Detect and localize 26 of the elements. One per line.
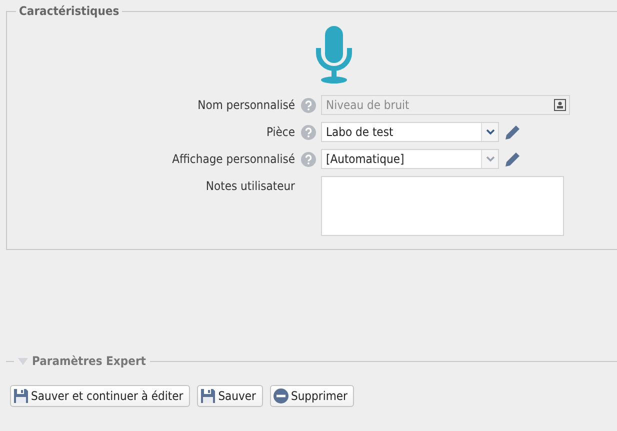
dropdown[interactable]: [Automatique] [321, 149, 499, 169]
contact-card-icon [554, 99, 566, 111]
minus-circle-icon [272, 388, 289, 404]
input-field[interactable]: Niveau de bruit [321, 95, 570, 115]
caret-icon [486, 129, 494, 135]
notes-field[interactable] [321, 176, 564, 236]
panel-title: Caractéristiques [18, 4, 120, 18]
delete-button[interactable]: Supprimer [270, 385, 354, 407]
dropdown[interactable]: Labo de test [321, 122, 499, 142]
field-label: Nom personnalisé [198, 98, 295, 112]
microphone-icon [314, 26, 354, 84]
field-label: Pièce [266, 125, 295, 139]
section-title[interactable]: Paramètres Expert [32, 354, 146, 368]
field-label: Notes utilisateur [206, 179, 295, 193]
pencil-icon[interactable] [504, 124, 521, 140]
collapse-triangle-icon[interactable] [18, 358, 28, 364]
save-icon [13, 388, 29, 404]
caret-icon [486, 156, 494, 162]
help-icon[interactable] [301, 98, 316, 113]
pencil-icon[interactable] [504, 150, 521, 168]
help-icon[interactable] [301, 125, 316, 140]
save-button[interactable]: Sauver [197, 385, 263, 407]
field-label: Affichage personnalisé [172, 152, 295, 166]
save-button[interactable]: Sauver et continuer à éditer [10, 385, 190, 407]
help-icon[interactable] [301, 152, 316, 167]
save-icon [200, 388, 216, 404]
